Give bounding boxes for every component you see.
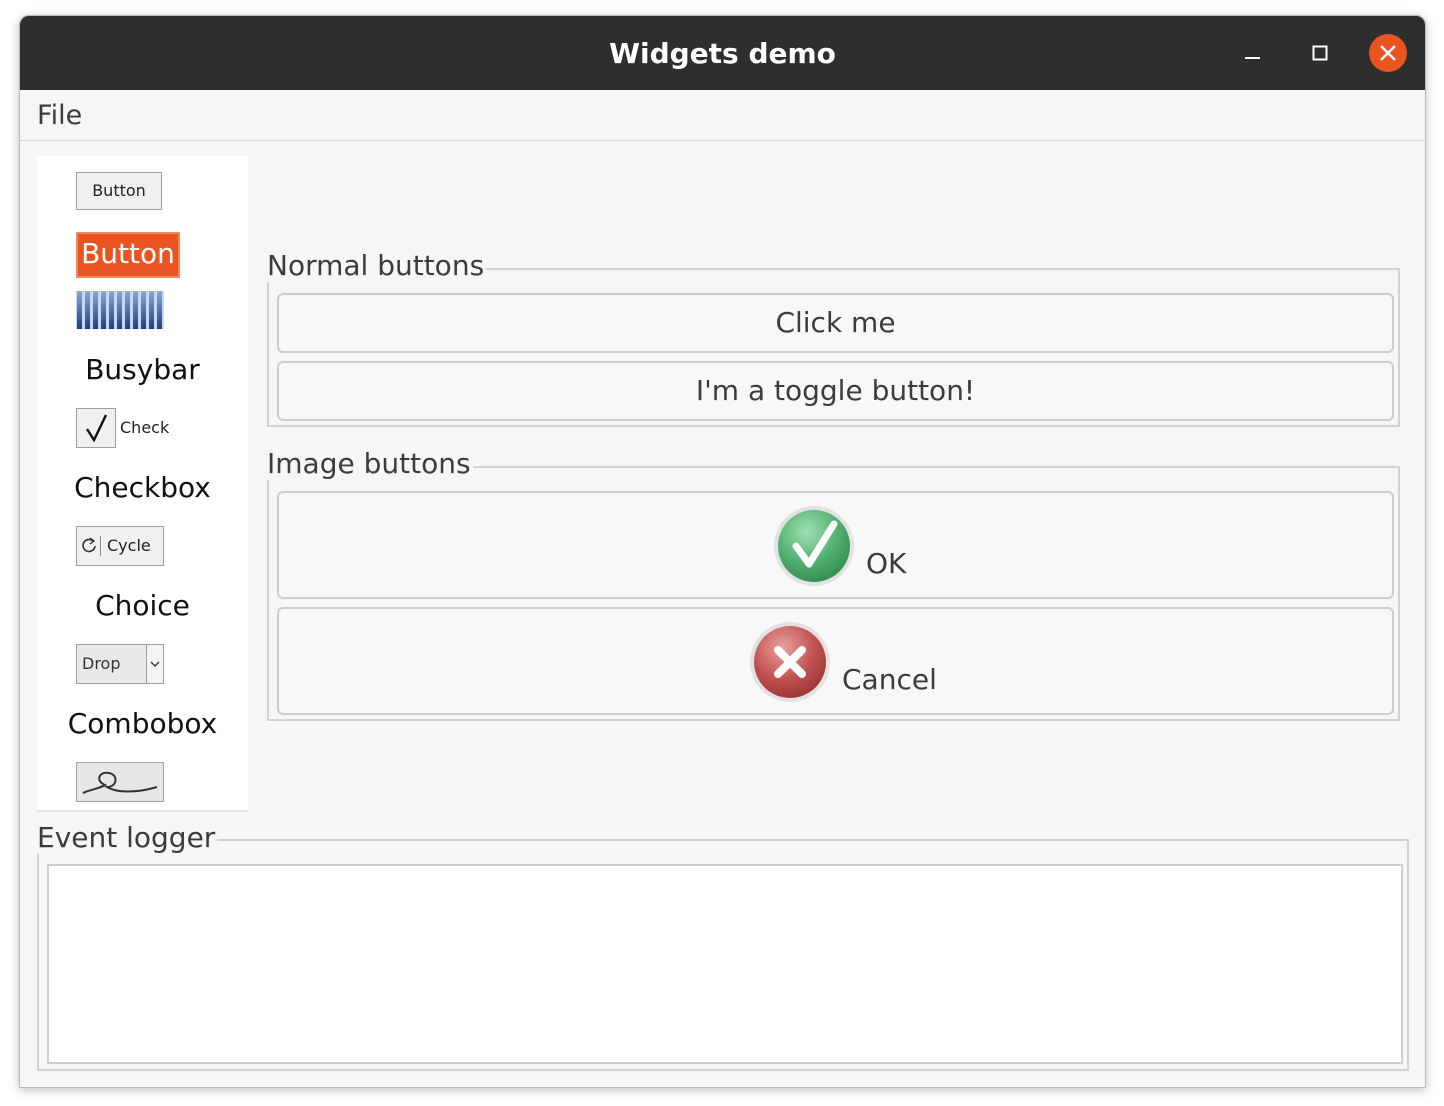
click-me-button[interactable]: Click me (277, 293, 1394, 353)
menu-file[interactable]: File (37, 100, 82, 131)
cancel-button[interactable]: Cancel (277, 607, 1394, 715)
ok-button[interactable]: OK (277, 491, 1394, 599)
checkmark-icon (85, 414, 108, 443)
window-title: Widgets demo (609, 37, 836, 70)
busybar-icon[interactable] (76, 291, 164, 329)
sidebar-orange-button[interactable]: Button (76, 232, 180, 278)
menu-bar: File (20, 90, 1425, 141)
sidebar-check-widget[interactable] (76, 408, 116, 448)
sidebar-button-widget[interactable]: Button (76, 172, 162, 210)
combobox-label: Combobox (67, 707, 218, 740)
cancel-label: Cancel (842, 663, 937, 696)
close-button[interactable] (1369, 34, 1407, 72)
cycle-icon (82, 537, 96, 553)
cycle-text: Cycle (107, 536, 151, 555)
drop-text: Drop (82, 654, 121, 673)
ok-check-icon (774, 506, 854, 586)
ok-label: OK (866, 547, 907, 580)
widget-sidebar: Button Button Busybar Check Checkbox Cyc… (37, 156, 248, 812)
minimize-button[interactable] (1233, 34, 1271, 72)
cycle-separator (100, 536, 101, 556)
maximize-icon (1312, 45, 1328, 61)
title-bar: Widgets demo (20, 16, 1425, 90)
sidebar-lasso-widget[interactable] (76, 762, 164, 802)
lasso-icon (82, 771, 158, 794)
chevron-down-icon (150, 661, 160, 667)
sidebar-cycle-widget[interactable]: Cycle (76, 526, 164, 566)
checkbox-label: Checkbox (74, 471, 211, 504)
close-icon (1369, 34, 1407, 72)
normal-buttons-title: Normal buttons (267, 249, 487, 282)
busybar-label: Busybar (85, 353, 200, 386)
image-buttons-title: Image buttons (267, 447, 473, 480)
minimize-icon (1245, 57, 1260, 59)
event-logger-title: Event logger (37, 821, 218, 854)
drop-arrow-box[interactable] (146, 645, 163, 683)
check-text: Check (120, 418, 170, 437)
choice-label: Choice (95, 589, 190, 622)
event-log-textarea[interactable] (47, 864, 1403, 1064)
app-window: Widgets demo File Button Button Busybar … (19, 15, 1426, 1088)
cancel-x-icon (750, 622, 830, 702)
toggle-button[interactable]: I'm a toggle button! (277, 361, 1394, 421)
sidebar-drop-widget[interactable]: Drop (76, 644, 164, 684)
maximize-button[interactable] (1301, 34, 1339, 72)
